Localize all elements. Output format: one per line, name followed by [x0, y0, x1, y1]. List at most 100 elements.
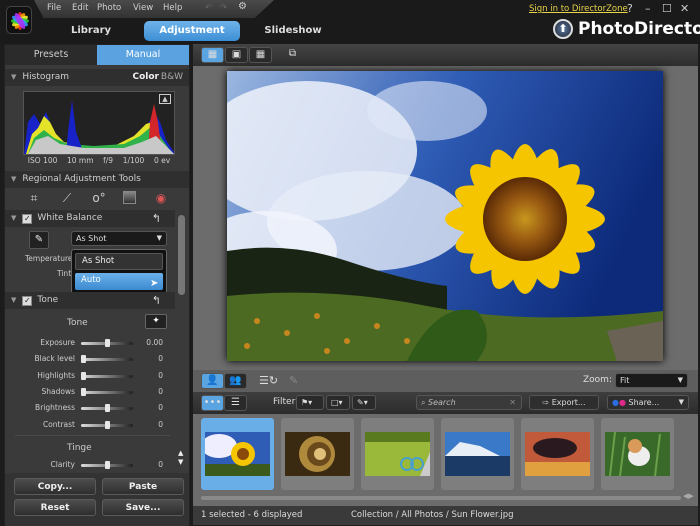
slider-knob[interactable]: [81, 355, 86, 364]
menu-photo[interactable]: Photo: [97, 3, 121, 13]
slider-track[interactable]: [81, 461, 133, 469]
regional-tools-header[interactable]: ▼ Regional Adjustment Tools: [5, 171, 189, 188]
slider-track[interactable]: [81, 404, 133, 413]
thumbnail[interactable]: [281, 418, 354, 490]
search-input[interactable]: ⌕ Search ✕: [416, 395, 522, 410]
gradient-mask-icon[interactable]: [123, 191, 136, 204]
slider-label: Shadows: [41, 386, 75, 396]
tab-adjustment[interactable]: Adjustment: [144, 21, 240, 41]
edit-filter[interactable]: ✎▾: [352, 395, 376, 410]
redo-icon[interactable]: ↷: [220, 3, 227, 13]
scroll-up-icon[interactable]: ▲: [178, 449, 183, 457]
menu-edit[interactable]: Edit: [72, 3, 88, 13]
histogram-title: Histogram: [22, 72, 70, 82]
share-button[interactable]: ●● Share... ▼: [607, 395, 689, 410]
thumbnail[interactable]: [201, 418, 274, 490]
white-balance-select[interactable]: As Shot ▼: [71, 231, 167, 246]
thumbnail-view-icon[interactable]: •••: [201, 395, 224, 411]
clipping-warning-icon[interactable]: ▲: [159, 94, 171, 104]
zoom-select[interactable]: Fit ▼: [615, 373, 688, 388]
reset-white-balance-icon[interactable]: ↰: [152, 210, 161, 227]
sign-in-link[interactable]: Sign in to DirectorZone: [529, 4, 628, 14]
full-view-icon[interactable]: ▣: [225, 47, 248, 63]
exif-iso: ISO 100: [27, 156, 58, 165]
white-balance-checkbox[interactable]: ✓: [22, 214, 33, 224]
histogram-color-toggle[interactable]: Color: [133, 69, 160, 86]
thumbnail[interactable]: [441, 418, 514, 490]
slider-track[interactable]: [81, 371, 133, 380]
close-button[interactable]: ✕: [680, 2, 689, 15]
scroll-down-icon[interactable]: ▼: [178, 458, 183, 466]
menu-file[interactable]: File: [47, 3, 61, 13]
upgrade-icon[interactable]: ⬆: [553, 19, 573, 39]
clear-search-icon[interactable]: ✕: [509, 396, 516, 409]
compare-view-icon[interactable]: ⧉: [281, 47, 304, 63]
reset-tone-icon[interactable]: ↰: [152, 292, 161, 309]
tone-checkbox[interactable]: ✓: [22, 296, 33, 306]
label-filter[interactable]: □▾: [326, 395, 350, 410]
export-icon: ⇨: [542, 398, 550, 407]
option-as-shot[interactable]: As Shot: [75, 253, 163, 270]
menu-help[interactable]: Help: [163, 3, 182, 13]
tone-header[interactable]: ▼ ✓ Tone ↰: [5, 292, 175, 309]
copy-button[interactable]: Copy...: [14, 478, 96, 495]
slider-knob[interactable]: [81, 387, 86, 396]
auto-tone-wand-icon[interactable]: ✦: [145, 314, 167, 329]
slider-label: Exposure: [40, 338, 75, 347]
slider-track[interactable]: [81, 387, 133, 396]
single-person-icon[interactable]: 👤: [201, 373, 224, 389]
crop-icon[interactable]: ⌗: [26, 190, 42, 206]
search-placeholder: Search: [428, 398, 456, 407]
maximize-button[interactable]: ☐: [662, 2, 672, 15]
flag-filter[interactable]: ⚑▾: [296, 395, 324, 410]
slider-value: 0: [158, 403, 163, 413]
brush-icon[interactable]: ⟋: [59, 190, 75, 206]
save-button[interactable]: Save...: [102, 499, 184, 516]
histogram-bw-toggle[interactable]: B&W: [161, 69, 183, 86]
thumbnail-image: [285, 432, 350, 476]
help-button[interactable]: ?: [627, 2, 633, 15]
tab-slideshow[interactable]: Slideshow: [250, 21, 336, 41]
spot-removal-icon[interactable]: o°: [91, 190, 107, 206]
people-icon[interactable]: 👥: [224, 373, 247, 389]
tab-manual[interactable]: Manual: [97, 45, 189, 65]
selection-status: 1 selected - 6 displayed: [201, 510, 303, 520]
rotate-icon[interactable]: ☰↻: [259, 374, 278, 387]
slider-track[interactable]: [81, 420, 133, 429]
viewer-mode-icon[interactable]: ▦: [201, 47, 224, 63]
histogram-header[interactable]: ▼ Histogram Color B&W: [5, 69, 189, 86]
thumbnail[interactable]: [601, 418, 674, 490]
grid-view-icon[interactable]: ▦: [249, 47, 272, 63]
slider-track[interactable]: [81, 339, 133, 347]
slider-label: Clarity: [50, 460, 75, 469]
slider-track[interactable]: [81, 355, 133, 364]
scroll-left-right-icon[interactable]: ◀▶: [683, 492, 694, 500]
list-view-icon[interactable]: ☰: [224, 395, 247, 411]
slider-knob[interactable]: [104, 404, 110, 413]
filmstrip-scrollbar[interactable]: [201, 496, 681, 500]
eyedropper-icon[interactable]: ✎: [29, 231, 49, 249]
gear-icon[interactable]: ⚙: [238, 1, 247, 12]
tab-presets[interactable]: Presets: [5, 45, 97, 65]
slider-value: 0: [158, 460, 163, 469]
thumbnail[interactable]: [521, 418, 594, 490]
undo-icon[interactable]: ↶: [205, 3, 212, 13]
minimize-button[interactable]: –: [645, 2, 651, 15]
paste-button[interactable]: Paste: [102, 478, 184, 495]
edit-icon[interactable]: ✎: [289, 374, 298, 387]
thumbnail-image: [605, 432, 670, 476]
tab-library[interactable]: Library: [48, 21, 134, 41]
main-photo: [227, 71, 663, 361]
slider-knob[interactable]: [104, 461, 110, 469]
slider-knob[interactable]: [104, 339, 110, 347]
slider-knob[interactable]: [104, 420, 110, 429]
red-eye-icon[interactable]: ◉: [153, 190, 169, 206]
thumbnail[interactable]: [361, 418, 434, 490]
panel-scrollbar[interactable]: [178, 215, 185, 295]
white-balance-header[interactable]: ▼ ✓ White Balance ↰: [5, 210, 175, 227]
menu-view[interactable]: View: [133, 3, 153, 13]
slider-knob[interactable]: [81, 371, 86, 380]
reset-button[interactable]: Reset: [14, 499, 96, 516]
chevron-down-icon[interactable]: ▼: [679, 396, 684, 409]
export-button[interactable]: ⇨ Export...: [529, 395, 599, 410]
